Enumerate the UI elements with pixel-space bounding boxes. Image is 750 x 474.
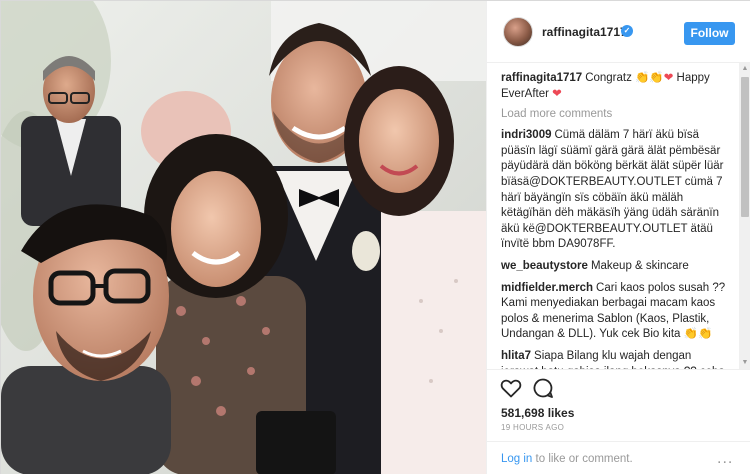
more-dots-icon[interactable]: ... [717, 450, 733, 468]
list-item: midfielder.merch Cari kaos polos susah ??… [501, 281, 727, 343]
comment-author[interactable]: raffinagita1717 [501, 72, 582, 84]
post-timestamp[interactable]: 19 HOURS AGO [501, 423, 564, 432]
post-side-panel: raffinagita1717 ✓ Follow raffinagita1717… [486, 1, 750, 474]
comment-text: Congratz [585, 72, 636, 84]
heart-emoji: ❤ [552, 87, 562, 100]
follow-button[interactable]: Follow [684, 22, 735, 45]
comment-author[interactable]: indri3009 [501, 129, 552, 141]
scroll-up-icon[interactable]: ▲ [739, 63, 750, 75]
comment-text: Cümä däläm 7 härï äkü bïsä püäsïn lägï s… [501, 129, 724, 251]
wedding-group-photo [1, 1, 486, 474]
comments-scrollbar[interactable]: ▲ ▼ [739, 63, 750, 369]
comment-text: Siapa Bilang klu wajah dengan jerawat ba… [501, 349, 725, 369]
heart-emoji: ❤ [663, 72, 674, 84]
instagram-post-window: raffinagita1717 ✓ Follow raffinagita1717… [0, 0, 750, 474]
load-more-comments-link[interactable]: Load more comments [501, 108, 727, 120]
verified-badge-icon: ✓ [621, 25, 633, 37]
list-item: we_beautystore Makeup & skincare [501, 259, 727, 275]
login-link[interactable]: Log in [501, 453, 532, 465]
comment-author[interactable]: midfielder.merch [501, 282, 593, 294]
caption-comment: raffinagita1717 Congratz 👏👏❤ Happy EverAf… [501, 71, 727, 102]
scroll-thumb[interactable] [741, 77, 749, 217]
comments-list[interactable]: raffinagita1717 Congratz 👏👏❤ Happy EverAf… [487, 63, 737, 369]
login-prompt: Log in to like or comment. [501, 453, 633, 465]
list-item: indri3009 Cümä däläm 7 härï äkü bïsä püäs… [501, 128, 727, 253]
username-link[interactable]: raffinagita1717 [542, 25, 627, 39]
login-prompt-text: to like or comment. [532, 453, 633, 465]
post-actions: 581,698 likes 19 HOURS AGO Log in to lik… [487, 369, 750, 474]
comment-text: Makeup & skincare [590, 259, 689, 272]
comment-bubble-icon[interactable] [531, 376, 555, 400]
likes-count[interactable]: 581,698 likes [501, 406, 574, 420]
clap-emoji: 👏👏 [635, 72, 664, 84]
comment-author[interactable]: hlita7 [501, 350, 531, 362]
post-header: raffinagita1717 ✓ Follow [487, 1, 750, 63]
scroll-down-icon[interactable]: ▼ [739, 357, 750, 369]
heart-outline-icon[interactable] [499, 376, 523, 400]
post-photo[interactable] [1, 1, 486, 474]
list-item: hlita7Siapa Bilang klu wajah dengan jera… [501, 349, 727, 369]
login-bar: Log in to like or comment. ... [487, 441, 750, 474]
avatar[interactable] [503, 17, 533, 47]
comment-author[interactable]: we_beautystore [501, 260, 588, 272]
clap-emoji: 👏👏 [683, 328, 713, 341]
